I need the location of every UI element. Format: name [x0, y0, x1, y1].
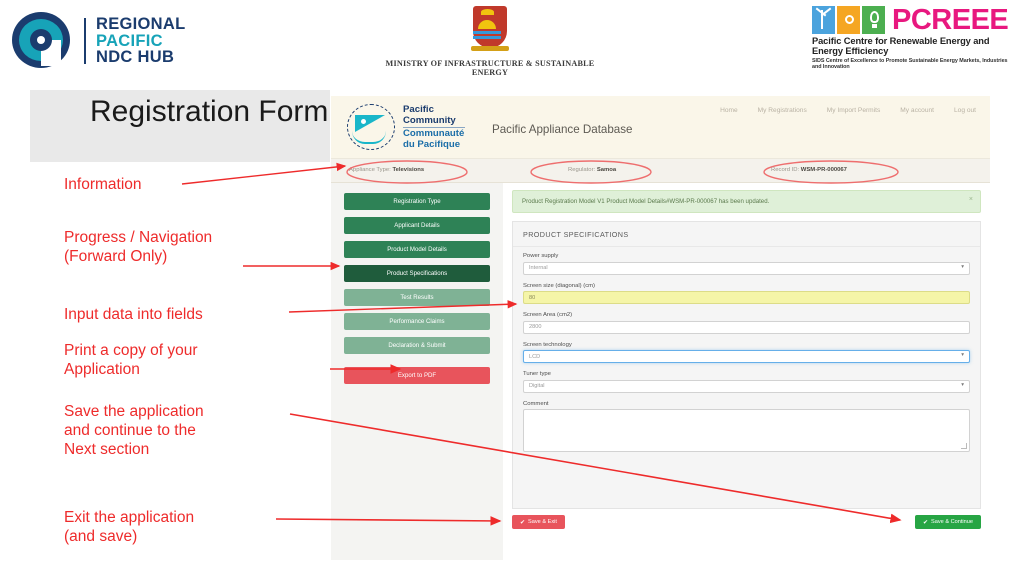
spc-line-2: Community [403, 114, 456, 126]
pcreee-logo: PCREEE Pacific Centre for Renewable Ener… [812, 6, 1018, 70]
ministry-caption: MINISTRY OF INFRASTRUCTURE & SUSTAINABLE… [385, 59, 595, 77]
kiribati-coat-of-arms-icon [470, 4, 510, 56]
sidebar-item-test-results[interactable]: Test Results [344, 289, 490, 306]
save-exit-button[interactable]: ✔ Save & Exit [512, 515, 565, 529]
page-title: Registration Form [90, 95, 329, 128]
pcreee-subtitle: Pacific Centre for Renewable Energy and … [812, 36, 990, 56]
ministry-logo: MINISTRY OF INFRASTRUCTURE & SUSTAINABLE… [380, 4, 600, 77]
field-comment: Comment [523, 400, 970, 452]
pcreee-tiles-icon [812, 6, 885, 34]
form-content: Product Registration Model V1 Product Mo… [503, 183, 990, 560]
pcreee-wordmark: PCREEE [892, 4, 1009, 36]
screen-technology-select[interactable]: LCD [523, 350, 970, 363]
spc-line-4: du Pacifique [403, 138, 461, 150]
comment-textarea[interactable] [523, 409, 970, 452]
partner-logo-band: REGIONAL PACIFIC NDC HUB MINISTRY OF INF… [0, 0, 1024, 82]
regional-pacific-ndc-hub-logo: REGIONAL PACIFIC NDC HUB [12, 10, 185, 72]
field-screen-size: Screen size (diagonal) (cm) 80 [523, 282, 970, 304]
annotation-input-data: Input data into fields [64, 306, 203, 323]
logo-divider [84, 18, 86, 64]
success-alert-message: Product Registration Model V1 Product Mo… [522, 198, 770, 205]
field-screen-area-label: Screen Area (cm2) [523, 312, 573, 318]
field-screen-technology-label: Screen technology [523, 341, 572, 348]
lightbulb-icon [862, 6, 885, 34]
export-to-pdf-button[interactable]: Export to PDF [344, 367, 490, 384]
annotation-information: Information [64, 176, 142, 193]
sun-icon [837, 6, 860, 34]
nav-item-log-out[interactable]: Log out [954, 107, 976, 114]
application-screenshot: Pacific Community Communauté du Pacifiqu… [331, 96, 990, 560]
info-regulator-label: Regulator: [568, 167, 596, 173]
app-name: Pacific Appliance Database [492, 123, 633, 136]
annotation-print-copy: Print a copy of your Application [64, 342, 198, 378]
concentric-circle-logo-icon [12, 10, 74, 72]
sidebar-item-registration-type[interactable]: Registration Type [344, 193, 490, 210]
field-power-supply-label: Power supply [523, 253, 559, 259]
sidebar-item-declaration-submit[interactable]: Declaration & Submit [344, 337, 490, 354]
hub-line-2: PACIFIC [96, 31, 163, 50]
form-action-bar: ✔ Save & Exit ✔ Save & Continue [512, 509, 981, 529]
field-screen-technology: Screen technology LCD [523, 341, 970, 363]
tuner-type-select[interactable]: Digital [523, 379, 970, 393]
save-exit-label: Save & Exit [528, 519, 557, 525]
info-appliance-type-value: Televisions [392, 167, 425, 173]
sidebar-item-performance-claims[interactable]: Performance Claims [344, 313, 490, 330]
field-screen-area: Screen Area (cm2) 2800 [523, 312, 970, 334]
sidebar-item-product-specifications[interactable]: Product Specifications [344, 265, 490, 282]
save-continue-button[interactable]: ✔ Save & Continue [914, 515, 981, 529]
sidebar-item-product-model-details[interactable]: Product Model Details [344, 241, 490, 258]
info-appliance-type-label: Appliance Type: [349, 167, 391, 173]
info-appliance-type: Appliance Type: Televisions [349, 167, 424, 173]
annotation-progress-navigation: Progress / Navigation (Forward Only) [64, 229, 213, 265]
success-alert: Product Registration Model V1 Product Mo… [512, 190, 981, 213]
pcreee-tagline: SIDS Centre of Excellence to Promote Sus… [812, 58, 1008, 70]
check-icon: ✔ [520, 519, 526, 526]
nav-item-my-import-permits[interactable]: My Import Permits [827, 107, 881, 114]
record-info-bar: Appliance Type: Televisions Regulator: S… [331, 158, 990, 183]
hub-line-3: NDC HUB [96, 48, 175, 67]
spc-line-1: Pacific [403, 104, 434, 115]
arrow-information [181, 162, 347, 185]
main-navigation: Home My Registrations My Import Permits … [720, 107, 976, 114]
screen-size-input[interactable]: 80 [523, 291, 970, 304]
annotation-exit-save: Exit the application (and save) [64, 509, 195, 545]
info-regulator-value: Samoa [596, 167, 617, 173]
product-specifications-panel: PRODUCT SPECIFICATIONS Power supply Inte… [512, 221, 981, 509]
field-tuner-type-label: Tuner type [523, 371, 551, 377]
field-power-supply: Power supply Internal [523, 253, 970, 275]
screen-area-input[interactable]: 2800 [523, 320, 970, 334]
info-record-id: Record ID: WSM-PR-000067 [771, 167, 847, 173]
nav-item-home[interactable]: Home [720, 107, 738, 114]
spc-wordmark: Pacific Community Communauté du Pacifiqu… [403, 104, 465, 150]
annotation-save-continue: Save the application and continue to the… [64, 403, 204, 458]
hub-line-1: REGIONAL [96, 14, 186, 33]
field-screen-size-label: Screen size (diagonal) (cm) [523, 282, 596, 289]
info-regulator: Regulator: Samoa [568, 167, 616, 173]
save-continue-label: Save & Continue [931, 519, 973, 525]
close-icon[interactable]: × [969, 196, 973, 203]
form-step-sidebar: Registration Type Applicant Details Prod… [331, 183, 503, 560]
info-record-id-value: WSM-PR-000067 [800, 167, 847, 173]
power-supply-select[interactable]: Internal [523, 261, 970, 275]
nav-item-my-registrations[interactable]: My Registrations [758, 107, 807, 114]
spc-canoe-logo-icon [347, 104, 397, 150]
app-header: Pacific Community Communauté du Pacifiqu… [331, 96, 990, 158]
panel-heading: PRODUCT SPECIFICATIONS [513, 222, 980, 247]
nav-item-my-account[interactable]: My account [900, 107, 934, 114]
info-record-id-label: Record ID: [771, 167, 800, 173]
field-tuner-type: Tuner type Digital [523, 371, 970, 393]
wind-turbine-icon [812, 6, 835, 34]
regional-hub-wordmark: REGIONAL PACIFIC NDC HUB [96, 14, 186, 67]
check-icon: ✔ [922, 519, 929, 526]
field-comment-label: Comment [523, 400, 549, 407]
app-body: Registration Type Applicant Details Prod… [331, 183, 990, 560]
sidebar-item-applicant-details[interactable]: Applicant Details [344, 217, 490, 234]
slide-title-block: Registration Form [30, 90, 330, 162]
